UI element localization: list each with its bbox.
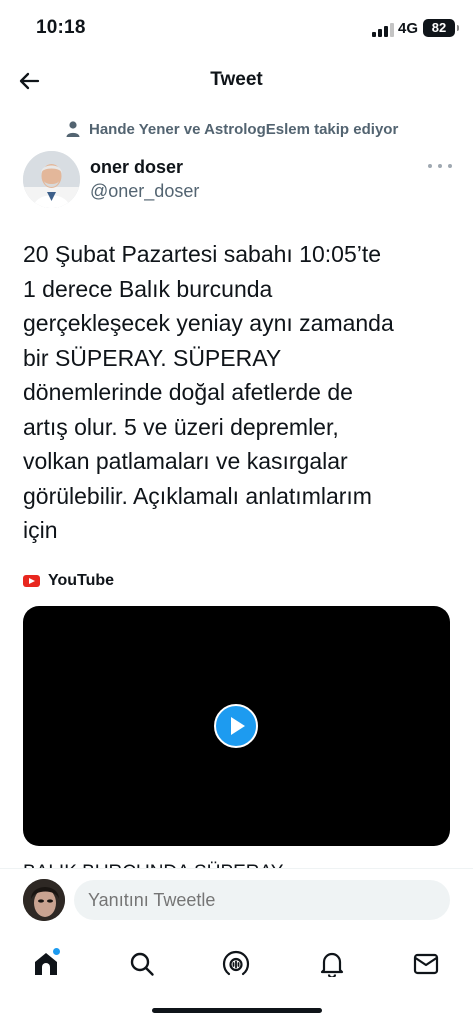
play-button[interactable] (214, 704, 258, 748)
tab-messages[interactable] (402, 940, 450, 988)
youtube-logo-icon (23, 575, 40, 587)
tab-home[interactable] (22, 940, 70, 988)
status-bar: 10:18 4G 82 (0, 0, 473, 58)
tweet-text-line: görülebilir. Açıklamalı anlatımlarım (23, 482, 372, 509)
tweet-text: 20 Şubat Pazartesi sabahı 10:05’te 1 der… (23, 237, 455, 548)
tweet-text-line: artış olur. 5 ve üzeri depremler, (23, 413, 339, 440)
social-context-text: Hande Yener ve AstrologEslem takip ediyo… (89, 120, 399, 138)
bell-icon (320, 952, 344, 977)
spaces-icon (222, 950, 250, 976)
card-source[interactable]: YouTube (23, 572, 114, 590)
ellipsis-icon (428, 164, 432, 168)
tweet-text-line: dönemlerinde doğal afetlerde de (23, 379, 353, 405)
notification-dot (53, 948, 60, 955)
avatar-image (23, 879, 65, 921)
person-icon (66, 121, 80, 137)
reply-input[interactable] (74, 880, 450, 920)
social-context[interactable]: Hande Yener ve AstrologEslem takip ediyo… (64, 118, 398, 140)
play-icon (231, 717, 245, 735)
avatar-image (23, 151, 80, 208)
more-options-button[interactable] (428, 158, 452, 174)
mail-icon (413, 953, 439, 975)
network-type: 4G (398, 20, 419, 37)
cellular-signal-icon (372, 23, 394, 37)
battery-icon: 82 (423, 19, 459, 37)
header: Tweet (0, 58, 473, 104)
tab-search[interactable] (118, 940, 166, 988)
tab-notifications[interactable] (308, 940, 356, 988)
tweet-text-line: gerçekleşecek yeniay aynı zamanda (23, 310, 394, 336)
card-title[interactable]: BALIK BURCUNDA SÜPERAY (23, 854, 453, 868)
tweet-text-line: 20 Şubat Pazartesi sabahı 10:05’te (23, 241, 382, 267)
tweet-text-line: volkan patlamaları ve kasırgalar (23, 448, 348, 474)
video-player[interactable] (23, 606, 450, 846)
tab-spaces[interactable] (212, 940, 260, 988)
author-name[interactable]: oner doser (90, 157, 183, 178)
tweet-text-line: bir SÜPERAY. SÜPERAY (23, 344, 282, 371)
author-avatar[interactable] (23, 151, 80, 208)
card-source-label: YouTube (48, 572, 115, 589)
tweet-text-line: için (23, 517, 58, 543)
author-handle[interactable]: @oner_doser (90, 181, 199, 202)
battery-level: 82 (431, 20, 447, 35)
home-indicator (152, 1008, 322, 1013)
search-icon (130, 952, 154, 976)
status-time: 10:18 (36, 17, 86, 38)
user-avatar[interactable] (23, 879, 65, 921)
page-title: Tweet (210, 69, 263, 90)
tweet-text-line: 1 derece Balık burcunda (23, 275, 273, 302)
reply-bar (0, 868, 473, 932)
